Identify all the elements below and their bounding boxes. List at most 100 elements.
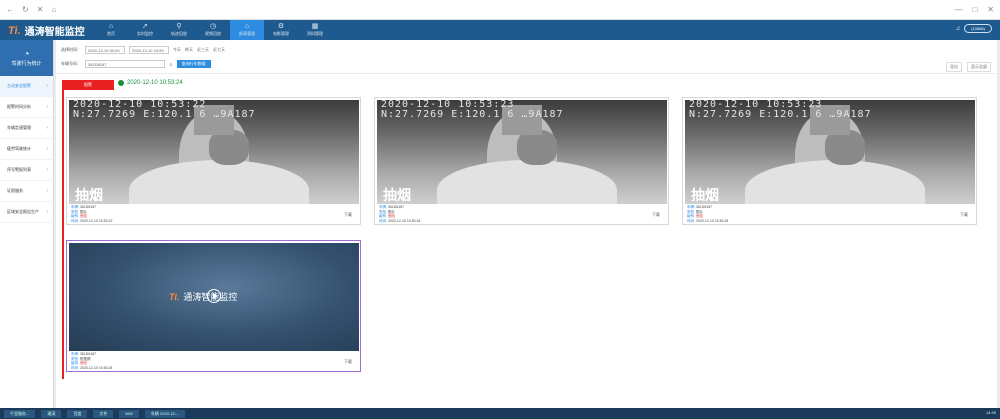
chevron-right-icon: › xyxy=(46,209,48,215)
download-link[interactable]: 下载 xyxy=(344,212,352,218)
sidebar-item-alarm-time[interactable]: 报警时间分析 › xyxy=(0,97,53,118)
nav-label: 视频回放 xyxy=(205,31,221,36)
export-button[interactable]: 导出 xyxy=(946,62,962,72)
evidence-photo[interactable]: 2020-12-10 10:53:23 N:27.7269 E:120.1 6 …… xyxy=(377,100,667,204)
card-meta: 车牌: 361D6187 类型: 图片 级别: 危险 时间: 2020-12-1… xyxy=(71,205,113,223)
nav-label: 资料管理 xyxy=(307,31,323,36)
main-content: 选择时间： 2020-12-10 00:00 2020-12-10 23:59 … xyxy=(56,40,997,408)
nav-label: 实时监控 xyxy=(137,31,153,36)
report-icon: ⌂ xyxy=(244,23,250,30)
nav-reports[interactable]: ⌂ 报表管理 xyxy=(230,20,264,40)
vehicle-label: 车辆号码： xyxy=(61,61,81,66)
pie-chart-icon: ◔ xyxy=(23,49,30,60)
filter-bar: 选择时间： 2020-12-10 00:00 2020-12-10 23:59 … xyxy=(56,40,997,74)
time-filter-row: 选择时间： 2020-12-10 00:00 2020-12-10 23:59 … xyxy=(61,46,225,54)
download-link[interactable]: 下载 xyxy=(652,212,660,218)
browser-toolbar: ← ↻ ✕ ⌂ — □ ✕ xyxy=(0,0,1000,20)
nav-data[interactable]: ▦ 资料管理 xyxy=(298,20,332,40)
sidebar-item-area-report[interactable]: 区域安全报告生产 › xyxy=(0,202,53,223)
taskbar-app[interactable]: 百度 xyxy=(67,410,88,418)
sidebar-item-active-safety[interactable]: 主动安全报警 › xyxy=(0,76,53,97)
toolbar-right: 导出 显示全部 xyxy=(946,62,991,72)
nav-home[interactable]: ⌂ 首页 xyxy=(94,20,128,40)
minimize-icon[interactable]: — xyxy=(954,5,962,14)
sidebar-header: ◔ 驾驶行为统计 xyxy=(0,40,53,76)
app-logo: Ti. 通涛智能监控 xyxy=(8,23,85,39)
taskbar-items: 千里服务... 通涛 百度 文件 WW 车辆 2020-12-... xyxy=(4,410,186,418)
sidebar-item-label: 主动安全报警 xyxy=(7,83,31,88)
vehicle-input[interactable]: 361D6187 xyxy=(85,60,165,68)
maximize-icon[interactable]: □ xyxy=(972,5,977,14)
home-icon[interactable]: ⌂ xyxy=(51,5,56,14)
home-icon: ⌂ xyxy=(108,23,114,30)
location-arrow-icon: ➚ xyxy=(142,23,148,30)
sidebar-item-label: 区域安全报告生产 xyxy=(7,209,39,214)
system-tray: 14:39 xyxy=(986,410,996,415)
nav-settings[interactable]: ⚙ 电影管理 xyxy=(264,20,298,40)
clock-icon: ◷ xyxy=(209,23,217,30)
query-button[interactable]: 查询行车数据 xyxy=(176,60,211,68)
download-link[interactable]: 下载 xyxy=(344,359,352,365)
sidebar: ◔ 驾驶行为统计 主动安全报警 › 报警时间分析 › 车辆定速管理 › 疲劳驾驶统计 ›… xyxy=(0,40,54,408)
sidebar-item-speed[interactable]: 车辆定速管理 › xyxy=(0,118,53,139)
vehicle-filter-row: 车辆号码： 361D6187 ♙ 查询行车数据 xyxy=(61,60,211,68)
evidence-card[interactable]: 2020-12-10 10:53:22 N:27.7269 E:120.1 6 …… xyxy=(66,97,361,225)
photo-osd: 2020-12-10 10:53:22 N:27.7269 E:120.1 6 …… xyxy=(73,100,256,120)
driver-body xyxy=(437,160,617,204)
sidebar-item-label: 序号警报列表 xyxy=(7,167,31,172)
sidebar-item-license[interactable]: 证照服务 › xyxy=(0,181,53,202)
card-meta: 车牌: 361D6187 类型: 短视频 级别: 危险 时间: 2020-12-… xyxy=(71,352,113,370)
user-button[interactable]: (10888) xyxy=(964,24,992,33)
nav-track[interactable]: ⚲ 轨迹回放 xyxy=(162,20,196,40)
driver-body xyxy=(745,160,925,204)
quick-3days[interactable]: 近三天 xyxy=(197,47,209,53)
video-player[interactable]: Ti. 通涛智能监控 xyxy=(69,243,359,351)
event-time: 2020-12-10 10:53:24 xyxy=(118,80,183,86)
video-logo: Ti. 通涛智能监控 xyxy=(169,290,237,303)
logo-mark: Ti. xyxy=(8,24,21,37)
sidebar-item-alarm-list[interactable]: 序号警报列表 › xyxy=(0,160,53,181)
nav-video-playback[interactable]: ◷ 视频回放 xyxy=(196,20,230,40)
close-tab-icon[interactable]: ✕ xyxy=(37,5,44,14)
evidence-card[interactable]: 2020-12-10 10:53:23 N:27.7269 E:120.1 6 …… xyxy=(682,97,977,225)
chevron-right-icon: › xyxy=(46,167,48,173)
alarm-label: 抽烟 xyxy=(691,187,719,203)
status-dot-icon xyxy=(118,80,124,86)
photo-osd: 2020-12-10 10:53:23 N:27.7269 E:120.1 6 …… xyxy=(689,100,872,120)
user-area: ♫ (10888) xyxy=(956,24,992,33)
quick-yesterday[interactable]: 昨天 xyxy=(185,47,193,53)
back-icon[interactable]: ← xyxy=(6,5,14,14)
sidebar-item-fatigue[interactable]: 疲劳驾驶统计 › xyxy=(0,139,53,160)
notification-icon[interactable]: ♫ xyxy=(956,26,961,32)
show-all-button[interactable]: 显示全部 xyxy=(967,62,991,72)
sidebar-item-label: 车辆定速管理 xyxy=(7,125,31,130)
nav-realtime[interactable]: ➚ 实时监控 xyxy=(128,20,162,40)
taskbar-app[interactable]: 车辆 2020-12-... xyxy=(144,410,186,418)
video-card[interactable]: Ti. 通涛智能监控 车牌: 361D6187 类型: 短视频 级别: 危险 时… xyxy=(66,240,361,372)
evidence-card[interactable]: 2020-12-10 10:53:23 N:27.7269 E:120.1 6 …… xyxy=(374,97,669,225)
evidence-photo[interactable]: 2020-12-10 10:53:23 N:27.7269 E:120.1 6 …… xyxy=(685,100,975,204)
quick-7days[interactable]: 近七天 xyxy=(213,47,225,53)
download-link[interactable]: 下载 xyxy=(960,212,968,218)
user-icon[interactable]: ♙ xyxy=(169,62,173,67)
nav-label: 轨迹回放 xyxy=(171,31,187,36)
sidebar-title: 驾驶行为统计 xyxy=(11,61,42,67)
taskbar-app[interactable]: 千里服务... xyxy=(4,410,36,418)
logo-mark: Ti. xyxy=(169,291,180,302)
taskbar-app[interactable]: WW xyxy=(119,410,139,418)
taskbar-app[interactable]: 通涛 xyxy=(41,410,62,418)
taskbar-app[interactable]: 文件 xyxy=(93,410,114,418)
quick-today[interactable]: 今天 xyxy=(173,47,181,53)
start-time-input[interactable]: 2020-12-10 00:00 xyxy=(85,46,125,54)
end-time-input[interactable]: 2020-12-10 23:59 xyxy=(129,46,169,54)
play-icon[interactable] xyxy=(207,289,221,303)
alarm-label: 抽烟 xyxy=(75,187,103,203)
photo-osd: 2020-12-10 10:53:23 N:27.7269 E:120.1 6 …… xyxy=(381,100,564,120)
card-meta: 车牌: 361D6187 类型: 图片 级别: 危险 时间: 2020-12-1… xyxy=(379,205,421,223)
refresh-icon[interactable]: ↻ xyxy=(22,5,29,14)
close-window-icon[interactable]: ✕ xyxy=(987,5,994,14)
nav-label: 电影管理 xyxy=(273,31,289,36)
sidebar-item-label: 疲劳驾驶统计 xyxy=(7,146,31,151)
evidence-photo[interactable]: 2020-12-10 10:53:22 N:27.7269 E:120.1 6 …… xyxy=(69,100,359,204)
clock[interactable]: 14:39 xyxy=(986,410,996,415)
